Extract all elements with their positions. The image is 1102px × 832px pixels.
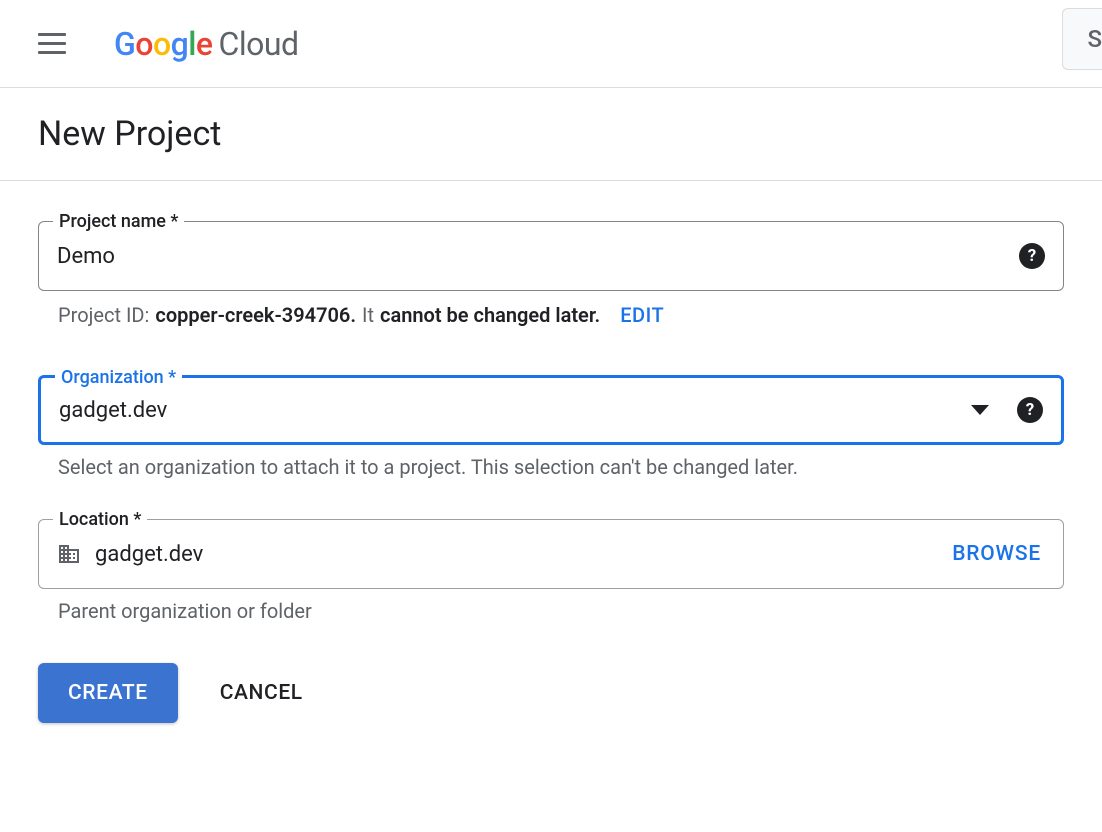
form-actions: CREATE CANCEL bbox=[38, 663, 1064, 723]
organization-helper: Select an organization to attach it to a… bbox=[38, 445, 1064, 479]
organization-field-wrap: Organization * gadget.dev ? Select an or… bbox=[38, 375, 1064, 479]
help-icon[interactable]: ? bbox=[1019, 243, 1045, 269]
chevron-down-icon[interactable] bbox=[971, 405, 989, 415]
location-outline: Location * gadget.dev BROWSE bbox=[38, 519, 1064, 589]
organization-value: gadget.dev bbox=[59, 398, 971, 423]
help-icon[interactable]: ? bbox=[1017, 397, 1043, 423]
project-id-prefix: Project ID: bbox=[58, 303, 149, 327]
organization-label: Organization * bbox=[55, 367, 182, 388]
page-title-bar: New Project bbox=[0, 88, 1102, 181]
page-title: New Project bbox=[38, 114, 1064, 154]
organization-icon bbox=[57, 542, 81, 566]
project-name-field-wrap: Project name * ? Project ID: copper-cree… bbox=[38, 221, 1064, 327]
app-header: Google Cloud S bbox=[0, 0, 1102, 88]
location-field-wrap: Location * gadget.dev BROWSE Parent orga… bbox=[38, 519, 1064, 623]
project-id-value: copper-creek-394706 bbox=[155, 303, 350, 327]
project-id-dot: . bbox=[350, 303, 356, 327]
location-value: gadget.dev bbox=[95, 542, 952, 567]
header-right-button[interactable]: S bbox=[1062, 8, 1102, 70]
create-button[interactable]: CREATE bbox=[38, 663, 178, 723]
header-right-glyph: S bbox=[1087, 25, 1102, 53]
project-name-input[interactable] bbox=[57, 244, 1019, 269]
location-helper: Parent organization or folder bbox=[38, 589, 1064, 623]
google-cloud-logo[interactable]: Google Cloud bbox=[114, 25, 299, 63]
location-label: Location * bbox=[53, 509, 147, 530]
new-project-form: Project name * ? Project ID: copper-cree… bbox=[0, 181, 1102, 723]
logo-cloud-text: Cloud bbox=[219, 25, 299, 63]
browse-button[interactable]: BROWSE bbox=[952, 542, 1041, 566]
project-id-line: Project ID: copper-creek-394706. It cann… bbox=[38, 291, 1064, 327]
project-id-edit-link[interactable]: EDIT bbox=[620, 303, 664, 327]
project-id-cannot: cannot be changed later. bbox=[380, 303, 600, 327]
project-name-label: Project name * bbox=[53, 211, 184, 232]
project-name-outline: Project name * ? bbox=[38, 221, 1064, 291]
project-id-it: It bbox=[362, 303, 374, 327]
cancel-button[interactable]: CANCEL bbox=[220, 681, 303, 705]
organization-outline[interactable]: Organization * gadget.dev ? bbox=[38, 375, 1064, 445]
hamburger-menu-icon[interactable] bbox=[38, 28, 70, 60]
